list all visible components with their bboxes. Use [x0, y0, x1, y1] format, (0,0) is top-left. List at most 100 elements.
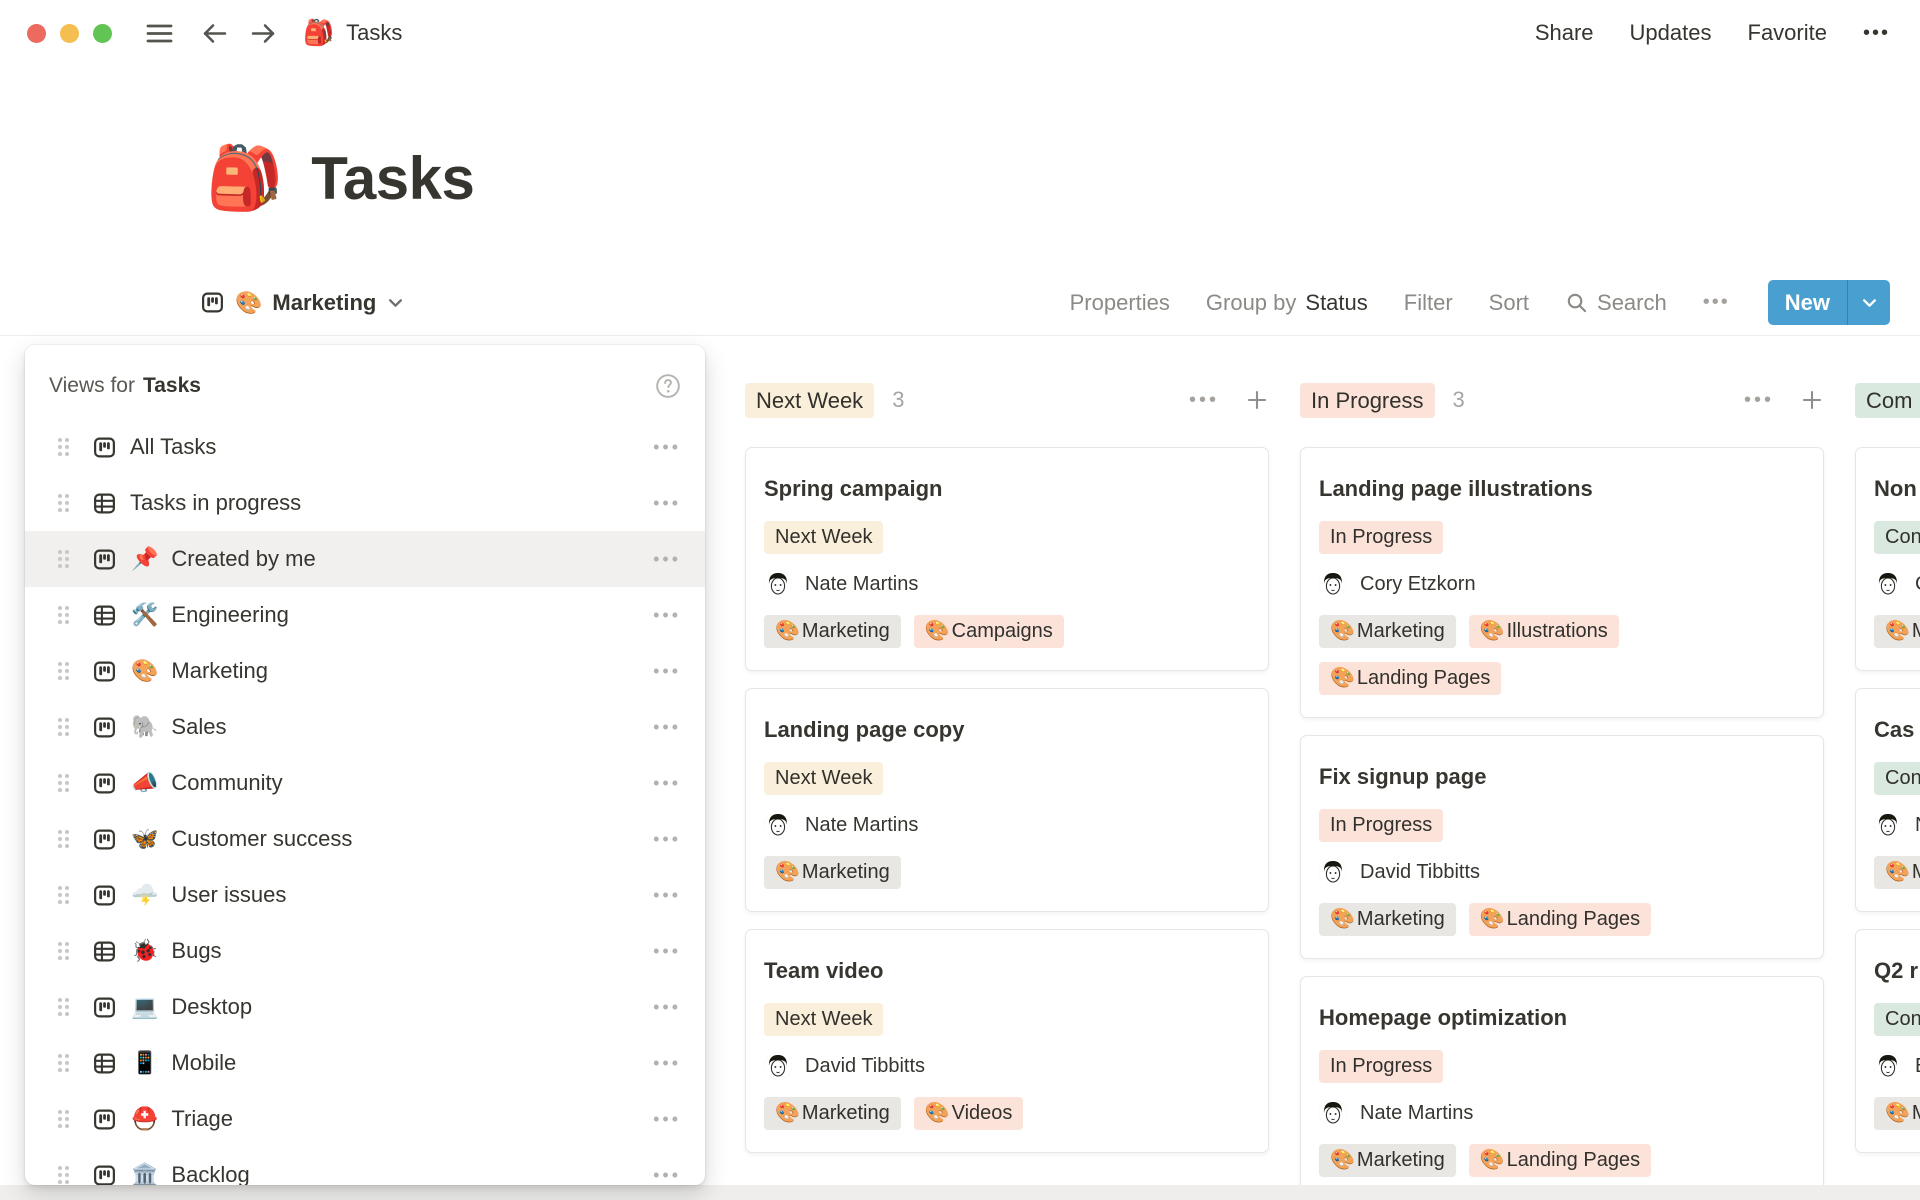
view-row-more-button[interactable]: ••• — [653, 997, 681, 1018]
palette-emoji-icon: 🎨 — [1480, 618, 1505, 645]
drag-handle-icon[interactable] — [55, 1051, 72, 1075]
view-row-all-tasks[interactable]: All Tasks ••• — [25, 419, 705, 475]
assignee-name: C — [1915, 573, 1920, 596]
doc-breadcrumb-title[interactable]: Tasks — [346, 20, 402, 46]
view-row-more-button[interactable]: ••• — [653, 1109, 681, 1130]
forward-icon[interactable] — [250, 22, 277, 45]
view-row-tasks-in-progress[interactable]: Tasks in progress ••• — [25, 475, 705, 531]
properties-button[interactable]: Properties — [1070, 290, 1170, 316]
view-type-icon — [92, 1163, 117, 1186]
sidebar-menu-icon[interactable] — [146, 23, 173, 44]
task-card[interactable]: Team video Next Week David Tibbitts 🎨Mar… — [745, 929, 1269, 1153]
drag-handle-icon[interactable] — [55, 827, 72, 851]
drag-handle-icon[interactable] — [55, 715, 72, 739]
view-type-icon — [92, 491, 117, 516]
view-row-customer-success[interactable]: 🦋 Customer success ••• — [25, 811, 705, 867]
view-row-more-button[interactable]: ••• — [653, 549, 681, 570]
drag-handle-icon[interactable] — [55, 883, 72, 907]
view-more-options-button[interactable]: ••• — [1703, 291, 1730, 314]
back-icon[interactable] — [201, 22, 228, 45]
page-title[interactable]: Tasks — [311, 144, 474, 213]
tag: 🎨Landing Pages — [1319, 662, 1501, 695]
view-row-sales[interactable]: 🐘 Sales ••• — [25, 699, 705, 755]
column-add-card-button[interactable] — [1800, 388, 1824, 412]
task-card[interactable]: Fix signup page In Progress David Tibbit… — [1300, 735, 1824, 959]
column-status-badge[interactable]: Next Week — [745, 383, 874, 418]
column-status-badge[interactable]: Com — [1855, 383, 1920, 418]
view-row-more-button[interactable]: ••• — [653, 717, 681, 738]
view-row-more-button[interactable]: ••• — [653, 437, 681, 458]
new-button[interactable]: New — [1768, 280, 1847, 325]
view-emoji-icon: 📱 — [131, 1050, 158, 1076]
view-row-more-button[interactable]: ••• — [653, 493, 681, 514]
view-row-mobile[interactable]: 📱 Mobile ••• — [25, 1035, 705, 1091]
task-card[interactable]: Landing page illustrations In Progress C… — [1300, 447, 1824, 718]
view-label: Customer success — [171, 826, 352, 852]
task-card[interactable]: Non Con C 🎨M — [1855, 447, 1920, 671]
view-row-desktop[interactable]: 💻 Desktop ••• — [25, 979, 705, 1035]
view-label: All Tasks — [130, 434, 216, 460]
view-row-more-button[interactable]: ••• — [653, 885, 681, 906]
view-row-more-button[interactable]: ••• — [653, 1165, 681, 1186]
column-status-badge[interactable]: In Progress — [1300, 383, 1435, 418]
drag-handle-icon[interactable] — [55, 1107, 72, 1131]
close-window-button[interactable] — [27, 24, 46, 43]
share-button[interactable]: Share — [1535, 20, 1594, 46]
drag-handle-icon[interactable] — [55, 603, 72, 627]
new-dropdown-button[interactable] — [1848, 280, 1890, 325]
drag-handle-icon[interactable] — [55, 995, 72, 1019]
minimize-window-button[interactable] — [60, 24, 79, 43]
drag-handle-icon[interactable] — [55, 491, 72, 515]
card-title: Fix signup page — [1319, 762, 1805, 792]
column-add-card-button[interactable] — [1245, 388, 1269, 412]
view-label: Sales — [171, 714, 226, 740]
view-row-marketing[interactable]: 🎨 Marketing ••• — [25, 643, 705, 699]
view-label: Community — [171, 770, 282, 796]
view-row-user-issues[interactable]: 🌩️ User issues ••• — [25, 867, 705, 923]
column-more-button[interactable]: ••• — [1744, 389, 1774, 412]
page-emoji-icon[interactable]: 🎒 — [206, 142, 283, 215]
view-label: Tasks in progress — [130, 490, 301, 516]
group-by-button[interactable]: Group by Status — [1206, 290, 1368, 316]
card-title: Non — [1874, 474, 1920, 504]
view-row-community[interactable]: 📣 Community ••• — [25, 755, 705, 811]
view-row-more-button[interactable]: ••• — [653, 829, 681, 850]
horizontal-scrollbar-track[interactable] — [0, 1185, 1920, 1200]
sort-button[interactable]: Sort — [1489, 290, 1529, 316]
view-row-more-button[interactable]: ••• — [653, 1053, 681, 1074]
drag-handle-icon[interactable] — [55, 939, 72, 963]
view-row-backlog[interactable]: 🏛️ Backlog ••• — [25, 1147, 705, 1185]
task-card[interactable]: Landing page copy Next Week Nate Martins… — [745, 688, 1269, 912]
drag-handle-icon[interactable] — [55, 547, 72, 571]
view-row-more-button[interactable]: ••• — [653, 941, 681, 962]
drag-handle-icon[interactable] — [55, 435, 72, 459]
view-row-more-button[interactable]: ••• — [653, 661, 681, 682]
task-card[interactable]: Q2 r Con E 🎨M — [1855, 929, 1920, 1153]
view-row-more-button[interactable]: ••• — [653, 605, 681, 626]
drag-handle-icon[interactable] — [55, 1163, 72, 1185]
view-row-triage[interactable]: ⛑️ Triage ••• — [25, 1091, 705, 1147]
drag-handle-icon[interactable] — [55, 771, 72, 795]
filter-button[interactable]: Filter — [1404, 290, 1453, 316]
views-panel-title: Views forTasks — [49, 374, 201, 398]
view-row-bugs[interactable]: 🐞 Bugs ••• — [25, 923, 705, 979]
group-by-label: Group by — [1206, 290, 1297, 316]
help-icon[interactable] — [655, 373, 681, 399]
view-row-engineering[interactable]: 🛠️ Engineering ••• — [25, 587, 705, 643]
view-label: User issues — [171, 882, 286, 908]
view-selector[interactable]: 🎨 Marketing — [200, 290, 403, 316]
view-type-icon — [92, 883, 117, 908]
column-more-button[interactable]: ••• — [1189, 389, 1219, 412]
search-button[interactable]: Search — [1565, 290, 1667, 316]
task-card[interactable]: Spring campaign Next Week Nate Martins 🎨… — [745, 447, 1269, 671]
updates-button[interactable]: Updates — [1630, 20, 1712, 46]
view-row-created-by-me[interactable]: 📌 Created by me ••• — [25, 531, 705, 587]
favorite-button[interactable]: Favorite — [1748, 20, 1827, 46]
view-row-more-button[interactable]: ••• — [653, 773, 681, 794]
task-card[interactable]: Cas Con N 🎨M — [1855, 688, 1920, 912]
drag-handle-icon[interactable] — [55, 659, 72, 683]
assignee-name: Nate Martins — [805, 573, 918, 596]
zoom-window-button[interactable] — [93, 24, 112, 43]
task-card[interactable]: Homepage optimization In Progress Nate M… — [1300, 976, 1824, 1200]
more-options-button[interactable]: ••• — [1863, 22, 1890, 45]
